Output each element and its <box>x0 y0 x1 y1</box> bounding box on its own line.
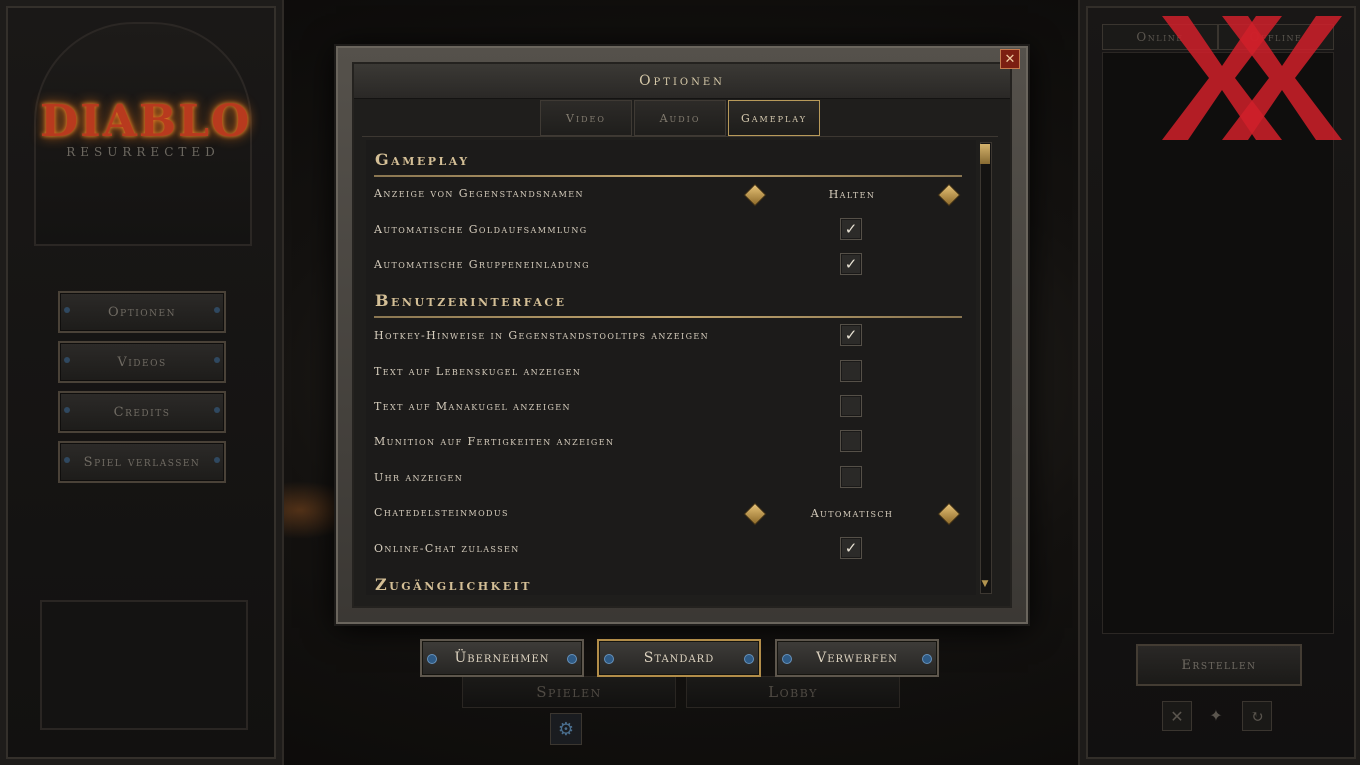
life-orb-checkbox[interactable] <box>840 360 862 382</box>
default-label: Standard <box>643 650 715 666</box>
delete-icon[interactable]: ✕ <box>1162 701 1192 731</box>
section-ui-heading: Benutzerinterface <box>375 291 567 310</box>
menu-quit-button[interactable]: Spiel verlassen <box>58 441 226 483</box>
tab-audio[interactable]: Audio <box>634 100 726 136</box>
chat-gem-value: Automatisch <box>810 507 894 520</box>
setting-hotkey-hints-label: Hotkey-Hinweise in Gegenstandstooltips a… <box>374 329 709 342</box>
item-names-value: Halten <box>828 188 876 201</box>
default-button[interactable]: Standard <box>597 639 761 677</box>
setting-skill-ammo-label: Munition auf Fertigkeiten anzeigen <box>374 435 615 448</box>
setting-clock-label: Uhr anzeigen <box>374 471 464 484</box>
check-icon: ✓ <box>844 539 858 557</box>
menu-options-button[interactable]: Optionen <box>58 291 226 333</box>
setting-auto-gold-label: Automatische Goldaufsammlung <box>374 223 588 236</box>
tabs-divider <box>362 136 998 137</box>
hotkey-hints-checkbox[interactable]: ✓ <box>840 324 862 346</box>
menu-credits-button[interactable]: Credits <box>58 391 226 433</box>
game-logo: DIABLO RESURRECTED <box>40 96 252 159</box>
online-chat-checkbox[interactable]: ✓ <box>840 537 862 559</box>
dialog-title: Optionen <box>639 73 725 89</box>
close-icon[interactable]: ✕ <box>1000 49 1020 69</box>
check-icon: ✓ <box>844 220 858 238</box>
create-button[interactable]: Erstellen <box>1136 644 1302 686</box>
dialog-title-bar: Optionen <box>354 64 1010 99</box>
scrollbar-thumb[interactable] <box>980 144 990 164</box>
auto-party-checkbox[interactable]: ✓ <box>840 253 862 275</box>
compass-icon: ✦ <box>1209 705 1223 725</box>
apply-label: Übernehmen <box>454 650 550 666</box>
tab-video[interactable]: Video <box>540 100 632 136</box>
discard-label: Verwerfen <box>816 650 898 666</box>
setting-mana-orb-label: Text auf Manakugel anzeigen <box>374 400 571 413</box>
setting-chat-gem-label: Chatedelsteinmodus <box>374 506 509 519</box>
section-accessibility-heading: Zugänglichkeit <box>375 575 532 594</box>
check-icon: ✓ <box>844 255 858 273</box>
options-tabs: Video Audio Gameplay <box>540 100 820 136</box>
refresh-icon[interactable]: ↻ <box>1242 701 1272 731</box>
logo-subtitle: RESURRECTED <box>66 145 220 159</box>
menu-videos-button[interactable]: Videos <box>58 341 226 383</box>
settings-gear-icon[interactable]: ⚙ <box>550 713 582 745</box>
setting-item-names-label: Anzeige von Gegenstandsnamen <box>374 187 584 200</box>
clock-checkbox[interactable] <box>840 466 862 488</box>
check-icon: ✓ <box>844 326 858 344</box>
apply-button[interactable]: Übernehmen <box>420 639 584 677</box>
lobby-button[interactable]: Lobby <box>686 676 900 708</box>
discard-button[interactable]: Verwerfen <box>775 639 939 677</box>
setting-online-chat-label: Online-Chat zulassen <box>374 542 520 555</box>
watermark-logo <box>1162 16 1342 140</box>
skill-ammo-checkbox[interactable] <box>840 430 862 452</box>
setting-life-orb-label: Text auf Lebenskugel anzeigen <box>374 365 582 378</box>
auto-gold-checkbox[interactable]: ✓ <box>840 218 862 240</box>
play-button[interactable]: Spielen <box>462 676 676 708</box>
logo-title: DIABLO <box>40 96 252 147</box>
section-gameplay-heading: Gameplay <box>375 150 470 169</box>
setting-auto-party-label: Automatische Gruppeneinladung <box>374 258 590 271</box>
decorative-frame <box>40 600 248 730</box>
section-divider <box>374 316 962 318</box>
tab-gameplay[interactable]: Gameplay <box>728 100 820 136</box>
scroll-down-icon[interactable]: ▼ <box>980 578 990 590</box>
section-divider <box>374 175 962 177</box>
scrollbar[interactable] <box>980 142 992 594</box>
mana-orb-checkbox[interactable] <box>840 395 862 417</box>
